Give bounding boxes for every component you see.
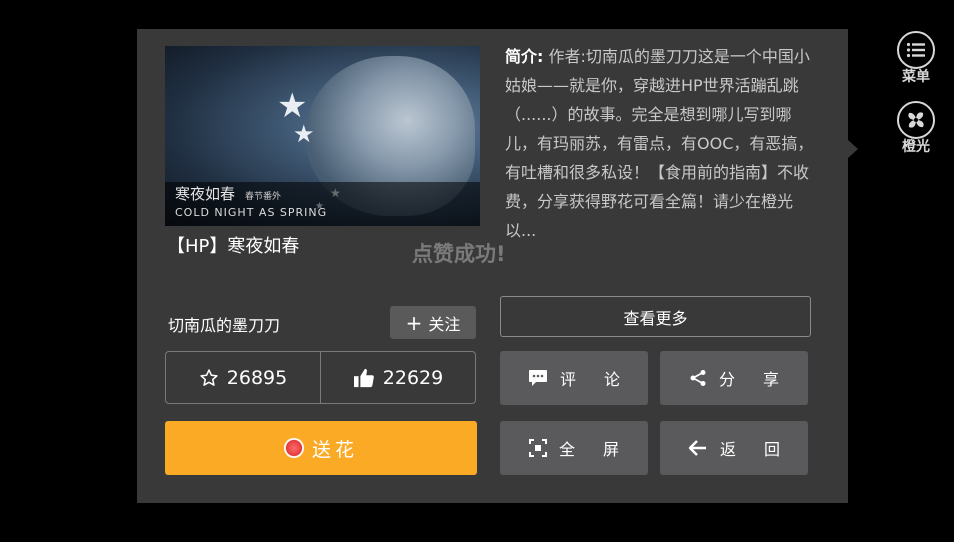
arrow-left-icon: [688, 440, 706, 456]
thumbs-up-icon: [353, 368, 374, 387]
follow-label: 关注: [428, 314, 461, 334]
cover-caption-english: COLD NIGHT AS SPRING: [175, 206, 328, 219]
flower-icon: [283, 438, 304, 458]
star-decoration: ★: [293, 120, 315, 148]
comment-label: 评论: [559, 370, 648, 389]
comment-button[interactable]: 评论: [500, 351, 648, 405]
description-label: 简介:: [505, 47, 544, 66]
menu-button[interactable]: 菜单: [896, 31, 936, 86]
cover-caption-subtitle: 春节番外: [245, 192, 282, 202]
share-icon: [690, 370, 706, 386]
brand-label: 橙光: [902, 139, 930, 155]
share-label: 分享: [718, 370, 807, 389]
plus-icon: +: [405, 310, 423, 335]
like-success-toast: 点赞成功!: [412, 242, 506, 266]
fullscreen-button[interactable]: 全屏: [500, 421, 648, 475]
comment-icon: [528, 370, 547, 386]
cover-caption-title: 寒夜如春: [175, 185, 236, 203]
favorite-button[interactable]: 26895: [166, 352, 320, 403]
follow-button[interactable]: + 关注: [390, 306, 476, 339]
cover-image: ★ ★ ★ ★ 寒夜如春 春节番外 COLD NIGHT AS SPRING: [165, 46, 480, 226]
fullscreen-icon: [528, 439, 547, 457]
panel-pointer: [848, 140, 858, 158]
menu-icon: [897, 31, 935, 69]
description-text: 作者:切南瓜的墨刀刀这是一个中国小姑娘——就是你，穿越进HP世界活蹦乱跳（...…: [505, 47, 814, 240]
brand-button[interactable]: 橙光: [896, 101, 936, 156]
favorite-count: 26895: [226, 366, 288, 389]
back-label: 返回: [719, 440, 808, 459]
like-count: 22629: [382, 366, 444, 389]
send-flower-label: 送花: [311, 438, 358, 461]
author-name[interactable]: 切南瓜的墨刀刀: [168, 312, 280, 336]
fullscreen-label: 全屏: [558, 440, 647, 459]
send-flower-button[interactable]: 送花: [165, 421, 477, 475]
star-icon: [200, 368, 218, 386]
view-more-button[interactable]: 查看更多: [500, 296, 811, 337]
like-button[interactable]: 22629: [320, 352, 475, 403]
orange-light-logo-icon: [897, 101, 935, 139]
work-title: 【HP】寒夜如春: [167, 236, 300, 257]
back-button[interactable]: 返回: [660, 421, 808, 475]
menu-label: 菜单: [902, 69, 930, 85]
work-description: 简介: 作者:切南瓜的墨刀刀这是一个中国小姑娘——就是你，穿越进HP世界活蹦乱跳…: [505, 42, 823, 245]
share-button[interactable]: 分享: [660, 351, 808, 405]
stats-box: 26895 22629: [165, 351, 476, 404]
